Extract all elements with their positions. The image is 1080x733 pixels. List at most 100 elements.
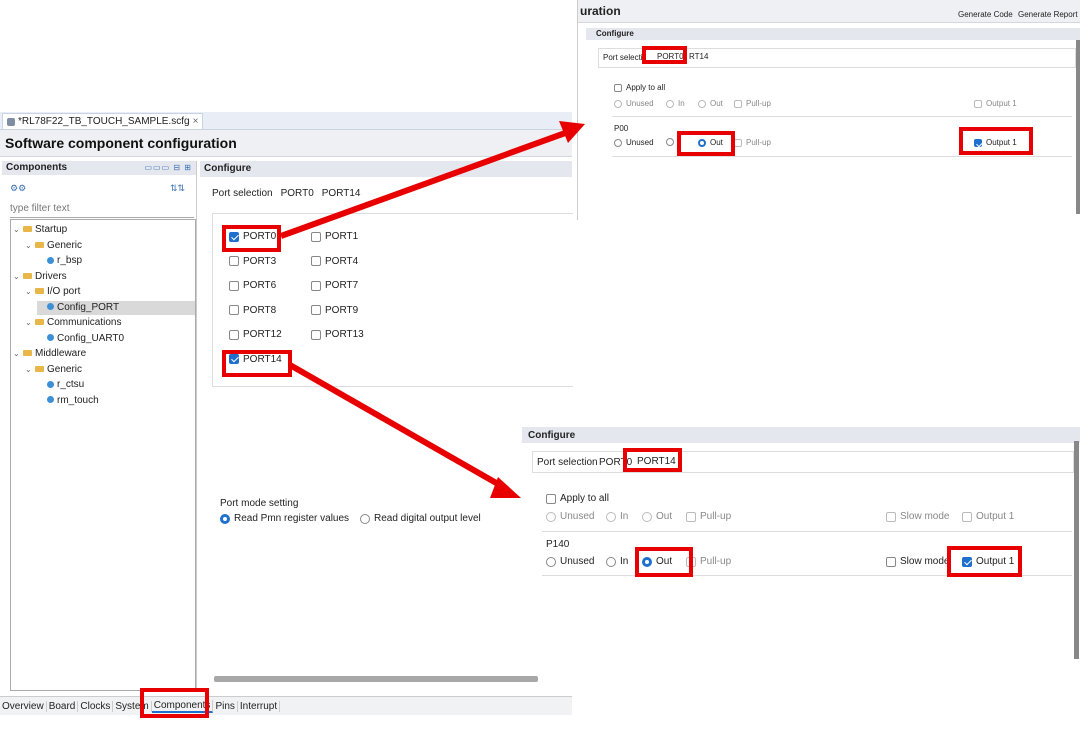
port-checkbox-port4[interactable]: PORT4 [311, 256, 358, 267]
bottom-tab-interrupt[interactable]: Interrupt [238, 700, 281, 712]
inset1-pin-unused[interactable]: Unused [614, 138, 654, 147]
port-mode-option-read-digital[interactable]: Read digital output level [360, 513, 481, 524]
inset2-all-in[interactable]: In [606, 511, 628, 522]
checkbox-icon [229, 329, 239, 340]
port-mode-option-read-digital-label: Read digital output level [374, 513, 481, 524]
inset1-apply-all-label: Apply to all [626, 83, 666, 92]
radio-icon [360, 513, 370, 524]
tree-item[interactable]: Config_UART0 [37, 332, 195, 346]
port-checkbox-port7[interactable]: PORT7 [311, 280, 358, 291]
port-checkbox-port9[interactable]: PORT9 [311, 305, 358, 316]
tree-item-label: Communications [47, 317, 122, 328]
filter-input[interactable]: type filter text [10, 203, 194, 218]
components-title: Components [6, 162, 68, 173]
inset2-scrollbar[interactable] [1074, 441, 1079, 659]
inset2-all-out[interactable]: Out [642, 511, 672, 522]
inset2-pin-in-label: In [620, 556, 629, 567]
close-icon[interactable]: × [193, 116, 199, 127]
tree-item[interactable]: r_bsp [37, 254, 195, 268]
port-mode-option-read-pmn[interactable]: Read Pmn register values [220, 513, 349, 524]
port-checkbox-label: PORT8 [243, 304, 277, 316]
radio-icon [546, 511, 556, 522]
bottom-tab-clocks[interactable]: Clocks [78, 700, 114, 712]
folder-icon [35, 241, 44, 248]
tree-item[interactable]: rm_touch [37, 394, 195, 408]
tree-item[interactable]: ⌄ I/O port [25, 285, 195, 299]
inset2-apply-all[interactable]: Apply to all [546, 493, 609, 504]
inset1-all-in[interactable]: In [666, 99, 685, 108]
bottom-tab-pins[interactable]: Pins [213, 700, 238, 712]
inset2-all-slow-mode[interactable]: Slow mode [886, 511, 949, 522]
radio-icon [642, 511, 652, 522]
chevron-down-icon[interactable]: ⌄ [25, 316, 35, 330]
add-component-icon[interactable]: ⚙⚙ [10, 183, 26, 194]
inset1-all-pullup-label: Pull-up [746, 99, 771, 108]
port-checkbox-port13[interactable]: PORT13 [311, 329, 364, 340]
highlight-inset2-port14-tab [623, 448, 682, 472]
inset2-all-output1[interactable]: Output 1 [962, 511, 1014, 522]
tree-item[interactable]: ⌄ Drivers [13, 270, 195, 284]
chevron-down-icon[interactable]: ⌄ [13, 270, 23, 284]
inset2-pin-slow-mode[interactable]: Slow mode [886, 556, 949, 567]
port-mode-label: Port mode setting [220, 498, 299, 509]
port-checkbox-port1[interactable]: PORT1 [311, 231, 358, 242]
bottom-tab-overview[interactable]: Overview [0, 700, 47, 712]
chevron-down-icon[interactable]: ⌄ [25, 363, 35, 377]
port-selection-tabs: Port selection PORT0 PORT14 [212, 188, 361, 202]
inset1-apply-all[interactable]: Apply to all [614, 83, 665, 92]
tree-item[interactable]: ⌄ Startup [13, 223, 195, 237]
chevron-down-icon[interactable]: ⌄ [13, 223, 23, 237]
toolbar-icons[interactable]: ▭▭▭ ⊟ ⊞ [144, 163, 192, 172]
inset1-scrollbar[interactable] [1076, 40, 1080, 214]
file-tab[interactable]: *RL78F22_TB_TOUCH_SAMPLE.scfg × [2, 113, 204, 129]
port-checkbox-port8[interactable]: PORT8 [229, 305, 276, 316]
tree-item[interactable]: r_ctsu [37, 378, 195, 392]
inset1-pin-pullup[interactable]: Pull-up [734, 138, 771, 147]
inset1-all-unused[interactable]: Unused [614, 99, 654, 108]
tree-item-label: Drivers [35, 270, 67, 282]
inset2-pin-unused[interactable]: Unused [546, 556, 594, 567]
tree-item[interactable]: ⌄ Middleware [13, 347, 195, 361]
folder-icon [35, 288, 44, 295]
inset1-pin-in[interactable] [666, 138, 674, 146]
folder-icon [23, 226, 32, 233]
inset2-all-pullup-label: Pull-up [700, 511, 732, 522]
bottom-tab-board[interactable]: Board [47, 700, 79, 712]
inset2-pin-unused-label: Unused [560, 556, 595, 567]
tree-item-label: Generic [47, 239, 83, 251]
inset2-all-pullup[interactable]: Pull-up [686, 511, 731, 522]
inset2-pin-in[interactable]: In [606, 556, 628, 567]
chevron-down-icon[interactable]: ⌄ [25, 239, 35, 253]
chevron-down-icon[interactable]: ⌄ [13, 347, 23, 361]
chevron-down-icon[interactable]: ⌄ [25, 285, 35, 299]
inset2-port-selection-label: Port selection [537, 457, 598, 468]
tree-item[interactable]: ⌄ Generic [25, 239, 195, 253]
tree-item[interactable]: Config_PORT [37, 300, 195, 315]
port-checkbox-port12[interactable]: PORT12 [229, 329, 282, 340]
tab-port14[interactable]: PORT14 [322, 188, 361, 202]
port-checkbox-port3[interactable]: PORT3 [229, 256, 276, 267]
checkbox-icon [311, 305, 321, 315]
inset1-all-pullup[interactable]: Pull-up [734, 99, 771, 108]
generate-code-button[interactable]: Generate Code [958, 10, 1013, 19]
port-checkbox-port6[interactable]: PORT6 [229, 280, 276, 291]
inset1-title: uration [580, 4, 621, 18]
inset1-all-output1[interactable]: Output 1 [974, 99, 1017, 108]
tree-item[interactable]: ⌄ Communications [25, 316, 195, 330]
inset2-all-output1-label: Output 1 [976, 511, 1015, 522]
inset1-tab-port14[interactable]: RT14 [689, 52, 708, 61]
checkbox-icon [614, 83, 622, 92]
checkbox-icon [311, 280, 321, 291]
component-icon [47, 396, 54, 404]
horizontal-scrollbar[interactable] [214, 676, 538, 682]
generate-report-button[interactable]: Generate Report [1018, 10, 1078, 19]
tree-item[interactable]: ⌄ Generic [25, 363, 195, 377]
sort-icon[interactable]: ⇅⇅ [170, 183, 185, 194]
radio-icon [666, 99, 674, 108]
inset1-all-out[interactable]: Out [698, 99, 723, 108]
configure-title: Configure [204, 163, 252, 174]
page-title-bar: Software component configuration [0, 130, 572, 157]
inset2-all-unused[interactable]: Unused [546, 511, 594, 522]
tab-port0[interactable]: PORT0 [281, 188, 314, 202]
tree-item-label: Config_UART0 [57, 332, 125, 344]
